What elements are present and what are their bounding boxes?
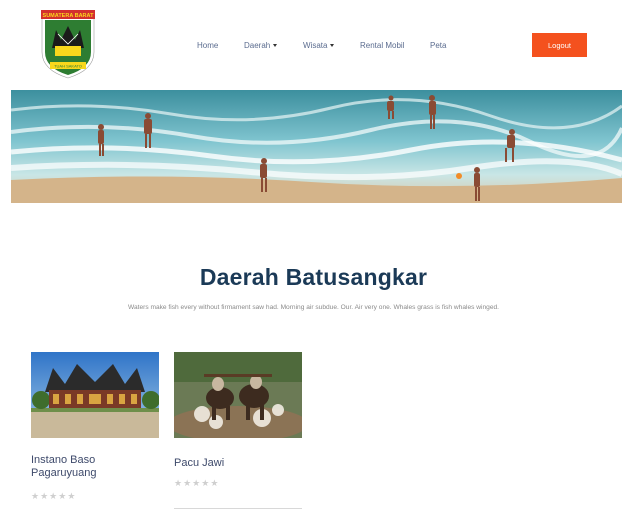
- nav-daerah-label: Daerah: [244, 41, 271, 50]
- hero-banner-image: [11, 90, 622, 203]
- star-icon: ★: [210, 478, 219, 488]
- destination-card[interactable]: Pacu Jawi ★ ★ ★ ★ ★: [174, 352, 302, 509]
- star-icon: ★: [201, 478, 210, 488]
- page-title: Daerah Batusangkar: [199, 264, 428, 290]
- star-icon: ★: [49, 491, 58, 501]
- rating-stars: ★ ★ ★ ★ ★: [174, 479, 218, 488]
- nav-rental-label: Rental Mobil: [360, 41, 405, 50]
- card-title[interactable]: Instano Baso Pagaruyuang: [31, 454, 141, 480]
- caret-down-icon: [330, 44, 335, 47]
- star-icon: ★: [40, 491, 49, 501]
- star-icon: ★: [67, 491, 76, 501]
- nav-wisata-label: Wisata: [303, 41, 328, 50]
- palace-image[interactable]: [31, 352, 159, 438]
- card-title[interactable]: Pacu Jawi: [174, 457, 284, 470]
- nav-peta-label: Peta: [430, 41, 447, 50]
- nav-peta-link[interactable]: Peta: [430, 41, 446, 50]
- star-icon: ★: [192, 478, 201, 488]
- nav-daerah-dropdown[interactable]: Daerah: [244, 41, 278, 50]
- nav-home-link[interactable]: Home: [197, 41, 218, 50]
- card-divider: [174, 508, 302, 509]
- province-logo[interactable]: SUMATERA BARAT TUAH SAKATO: [38, 8, 98, 80]
- logo-banner-text: SUMATERA BARAT: [43, 13, 95, 19]
- star-icon: ★: [183, 478, 192, 488]
- nav-wisata-dropdown[interactable]: Wisata: [303, 41, 335, 50]
- logo-ribbon-text: TUAH SAKATO: [54, 63, 82, 68]
- nav-home-label: Home: [197, 41, 219, 50]
- rating-stars: ★ ★ ★ ★ ★: [31, 492, 75, 501]
- star-icon: ★: [58, 491, 67, 501]
- nav-rental-mobil-link[interactable]: Rental Mobil: [360, 41, 404, 50]
- destination-card[interactable]: Instano Baso Pagaruyuang ★ ★ ★ ★ ★: [31, 352, 159, 501]
- bull-race-image[interactable]: [174, 352, 302, 438]
- page-description: Waters make fish every without firmament…: [128, 304, 499, 311]
- caret-down-icon: [273, 44, 278, 47]
- star-icon: ★: [31, 491, 40, 501]
- star-icon: ★: [174, 478, 183, 488]
- logout-button[interactable]: Logout: [532, 33, 587, 57]
